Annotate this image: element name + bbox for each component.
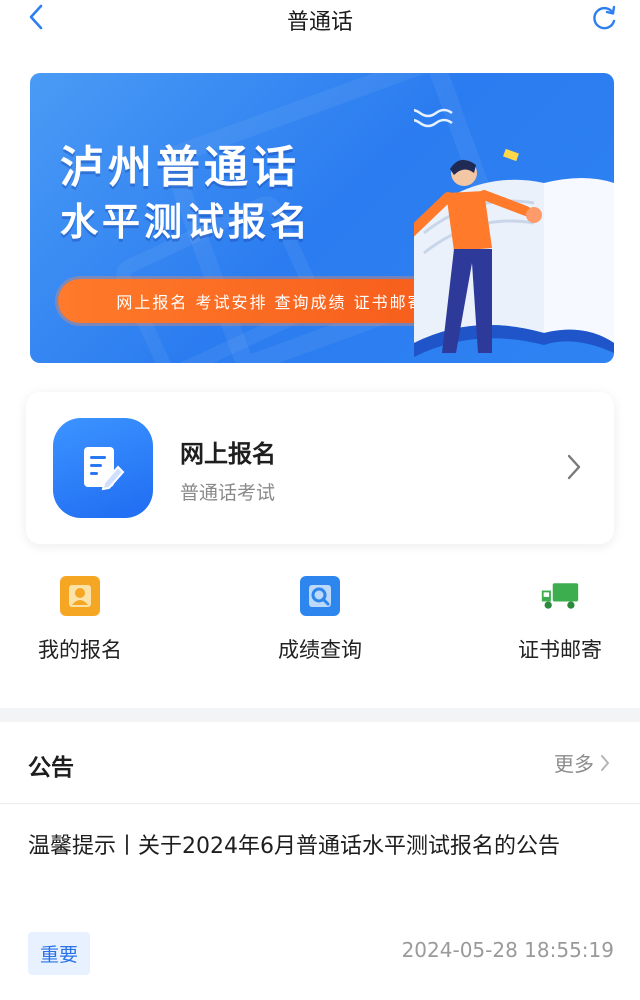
truck-icon: [540, 576, 580, 616]
important-badge: 重要: [28, 932, 91, 975]
search-doc-icon: [300, 576, 340, 616]
registration-app-icon: [53, 418, 153, 518]
section-divider: [0, 708, 640, 722]
banner-title-line1: 泸州普通话: [60, 142, 300, 193]
banner-title-line2: 水平测试报名: [60, 200, 313, 244]
quick-action-my-registration[interactable]: 我的报名: [0, 570, 180, 664]
book-person-illustration: [414, 108, 614, 357]
notice-text: 温馨提示丨关于2024年6月普通话水平测试报名的公告: [28, 834, 560, 859]
card-title: 网上报名: [180, 440, 276, 468]
quick-action-score-query[interactable]: 成绩查询: [220, 570, 420, 664]
person-icon: [60, 576, 100, 616]
more-link[interactable]: 更多: [554, 748, 610, 777]
notice-list-item[interactable]: 温馨提示丨关于2024年6月普通话水平测试报名的公告 重要 2024-05-28…: [28, 828, 618, 975]
card-subtitle: 普通话考试: [180, 482, 276, 504]
edit-document-icon: [84, 447, 125, 491]
refresh-button[interactable]: [588, 3, 620, 33]
notice-section-title: 公告: [28, 755, 74, 781]
chevron-right-icon: [601, 754, 609, 771]
notice-header: 公告 更多: [0, 722, 640, 804]
page-title: 普通话: [286, 10, 353, 35]
notice-timestamp: 2024-05-28 18:55:19: [401, 938, 614, 962]
top-nav-bar: 普通话: [0, 0, 640, 40]
quick-action-label: 我的报名: [38, 638, 122, 662]
chevron-right-icon: [567, 454, 581, 480]
online-registration-card[interactable]: 网上报名 普通话考试: [26, 392, 614, 544]
more-label: 更多: [554, 752, 594, 776]
quick-action-label: 成绩查询: [278, 638, 362, 662]
refresh-icon: [593, 5, 616, 30]
quick-action-label: 证书邮寄: [518, 638, 602, 662]
promo-banner[interactable]: 泸州普通话 水平测试报名 网上报名 考试安排 查询成绩 证书邮寄: [30, 73, 614, 363]
quick-action-certificate-mail[interactable]: 证书邮寄: [460, 570, 640, 664]
